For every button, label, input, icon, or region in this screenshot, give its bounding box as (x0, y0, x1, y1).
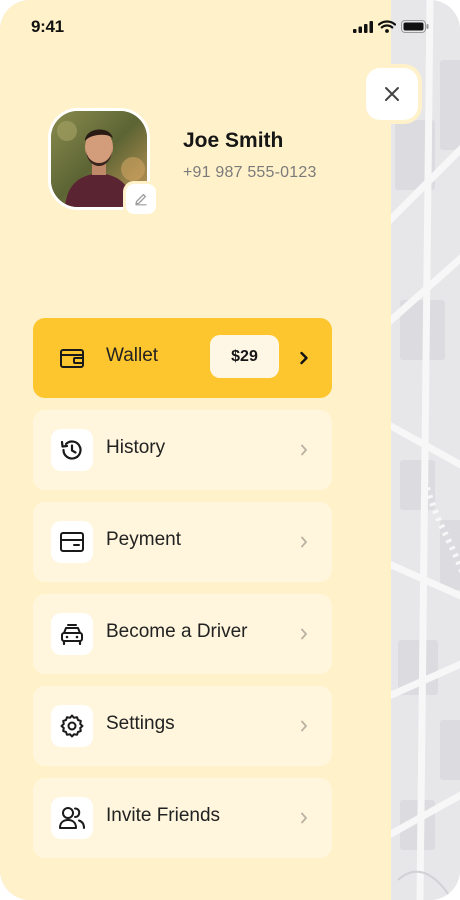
menu-item-payment[interactable]: Peyment (33, 502, 332, 582)
user-name: Joe Smith (183, 129, 284, 152)
pencil-icon (135, 193, 147, 206)
chevron-right-icon (298, 532, 310, 552)
menu-label-history: History (106, 437, 166, 458)
menu-item-history[interactable]: History (33, 410, 332, 490)
status-icons (353, 20, 429, 33)
drawer-menu: Wallet $29 History Peyment Become a Driv… (33, 318, 332, 870)
status-time: 9:41 (31, 17, 64, 36)
wallet-icon (51, 337, 93, 379)
menu-label-become-driver: Become a Driver (106, 621, 248, 642)
menu-item-wallet[interactable]: Wallet $29 (33, 318, 332, 398)
menu-label-invite-friends: Invite Friends (106, 805, 221, 826)
menu-item-become-driver[interactable]: Become a Driver (33, 594, 332, 674)
close-icon (385, 87, 399, 101)
wallet-balance-badge: $29 (210, 335, 279, 378)
status-bar: 9:41 (0, 0, 460, 56)
battery-icon (401, 20, 429, 33)
chevron-right-icon (298, 624, 310, 644)
users-icon (51, 797, 93, 839)
wifi-icon (378, 20, 396, 33)
chevron-right-icon (298, 808, 310, 828)
chevron-right-icon (298, 348, 310, 368)
menu-label-settings: Settings (106, 713, 175, 734)
chevron-right-icon (298, 716, 310, 736)
card-icon (51, 521, 93, 563)
close-button[interactable] (366, 68, 418, 120)
chevron-right-icon (298, 440, 310, 460)
menu-item-settings[interactable]: Settings (33, 686, 332, 766)
history-icon (51, 429, 93, 471)
user-phone: +91 987 555-0123 (183, 164, 317, 181)
gear-icon (51, 705, 93, 747)
menu-label-wallet: Wallet (106, 345, 159, 366)
app-screen: 9:41 Joe Smith +91 987 555-0123 Wallet $… (0, 0, 460, 900)
menu-item-invite-friends[interactable]: Invite Friends (33, 778, 332, 858)
car-icon (51, 613, 93, 655)
edit-avatar-button[interactable] (123, 181, 159, 217)
signal-icon (353, 20, 373, 33)
menu-label-payment: Peyment (106, 529, 181, 550)
